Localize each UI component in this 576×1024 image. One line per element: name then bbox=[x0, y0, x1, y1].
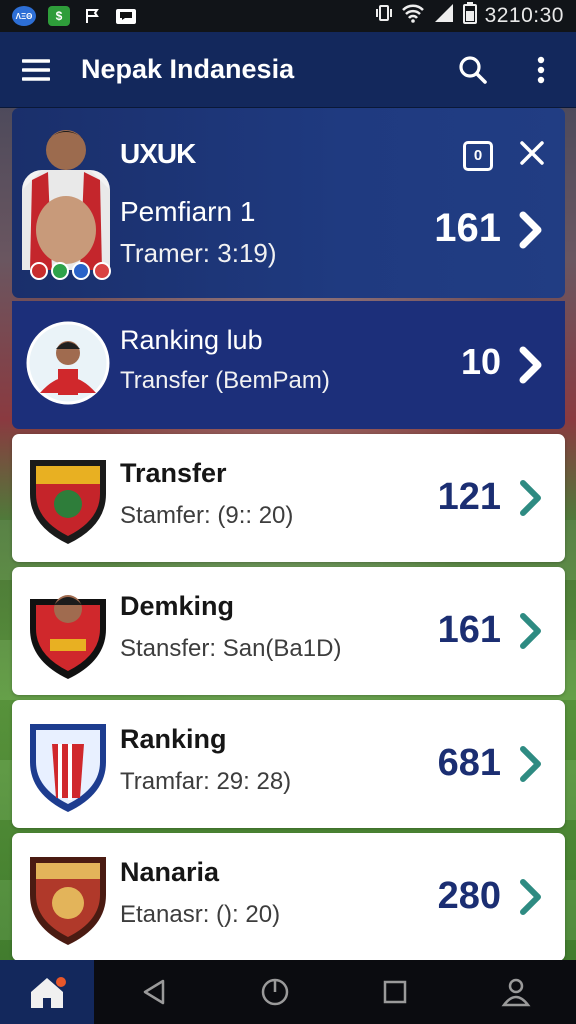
card-subtitle: Tramer: 3:19) bbox=[120, 238, 277, 268]
status-bar: ΛΞΘ $ 3210:30 bbox=[0, 0, 576, 32]
card-title: Ranking bbox=[120, 724, 227, 754]
badge-green-icon bbox=[51, 262, 69, 280]
chevron-right-icon[interactable] bbox=[517, 744, 545, 784]
card-title: Pemfiarn 1 bbox=[120, 196, 256, 227]
signal-icon bbox=[433, 3, 455, 29]
demking-card[interactable]: Demking Stansfer: San(Ba1D) 161 bbox=[12, 567, 565, 695]
back-icon[interactable] bbox=[94, 960, 215, 1024]
home-icon[interactable] bbox=[0, 960, 94, 1024]
card-title: Nanaria bbox=[120, 857, 220, 887]
card-title: Transfer bbox=[120, 458, 227, 488]
close-icon[interactable] bbox=[519, 140, 545, 171]
chevron-right-icon[interactable] bbox=[517, 345, 545, 385]
chevron-right-icon[interactable] bbox=[517, 611, 545, 651]
battery-icon bbox=[462, 2, 477, 30]
card-title: Demking bbox=[120, 591, 235, 621]
ranking-list: UXUK Pemfiarn 1 Tramer: 3:19) 0 161 Rank… bbox=[12, 108, 565, 966]
card-subtitle: Stamfer: (9:: 20) bbox=[120, 502, 294, 529]
card-subtitle: Etanasr: (): 20) bbox=[120, 901, 281, 928]
nanaria-card[interactable]: Nanaria Etanasr: (): 20) 280 bbox=[12, 833, 565, 961]
card-value: 681 bbox=[437, 742, 501, 784]
status-clock: 3210:30 bbox=[484, 4, 564, 27]
box-toggle-icon[interactable]: 0 bbox=[463, 140, 493, 171]
badge-blue-icon bbox=[72, 262, 90, 280]
card-tools: 0 bbox=[463, 140, 545, 171]
wifi-icon bbox=[401, 3, 425, 29]
ranking-card[interactable]: Ranking lub Transfer (BemPam) 10 bbox=[12, 301, 565, 429]
app-bar: Nepak Indanesia bbox=[0, 32, 576, 108]
flag-app-icon bbox=[82, 6, 104, 26]
dollar-app-icon: $ bbox=[48, 6, 70, 26]
card-subtitle: Tramfar: 29: 28) bbox=[120, 768, 292, 795]
vibrate-icon bbox=[375, 4, 393, 28]
power-icon[interactable] bbox=[215, 960, 336, 1024]
card-value: 121 bbox=[437, 476, 501, 518]
card-value: 280 bbox=[437, 875, 501, 917]
message-app-icon bbox=[116, 8, 136, 24]
transfer-card[interactable]: Transfer Stamfer: (9:: 20) 121 bbox=[12, 434, 565, 562]
app-title: Nepak Indanesia bbox=[81, 54, 295, 84]
menu-icon[interactable] bbox=[0, 32, 72, 108]
card-subtitle: Transfer (BemPam) bbox=[120, 367, 330, 394]
card-subtitle: Stansfer: San(Ba1D) bbox=[120, 635, 342, 662]
club-crest-icon bbox=[26, 851, 110, 945]
player-crest-icon bbox=[26, 585, 110, 679]
chevron-right-icon[interactable] bbox=[517, 877, 545, 917]
ranking-club-card[interactable]: Ranking Tramfar: 29: 28) 681 bbox=[12, 700, 565, 828]
search-icon[interactable] bbox=[452, 49, 494, 91]
club-crest-icon bbox=[26, 718, 110, 812]
badge-orange-icon bbox=[93, 262, 111, 280]
bottom-nav bbox=[0, 960, 576, 1024]
club-crest-icon bbox=[26, 454, 110, 544]
card-value: 161 bbox=[434, 206, 501, 250]
recents-icon[interactable] bbox=[335, 960, 456, 1024]
more-vert-icon[interactable] bbox=[520, 49, 562, 91]
app-badge-icon: ΛΞΘ bbox=[12, 6, 36, 26]
card-value: 161 bbox=[437, 609, 501, 651]
player-avatar-icon bbox=[26, 321, 110, 405]
chevron-right-icon[interactable] bbox=[517, 478, 545, 518]
badge-red-icon bbox=[30, 262, 48, 280]
player-photo-icon bbox=[22, 120, 110, 270]
featured-player-card[interactable]: UXUK Pemfiarn 1 Tramer: 3:19) 0 161 bbox=[12, 108, 565, 298]
card-title: Ranking lub bbox=[120, 325, 263, 355]
player-badges bbox=[30, 262, 111, 280]
profile-icon[interactable] bbox=[456, 960, 576, 1024]
card-value: 10 bbox=[460, 341, 501, 382]
card-header: UXUK bbox=[120, 138, 196, 169]
chevron-right-icon[interactable] bbox=[517, 210, 545, 250]
